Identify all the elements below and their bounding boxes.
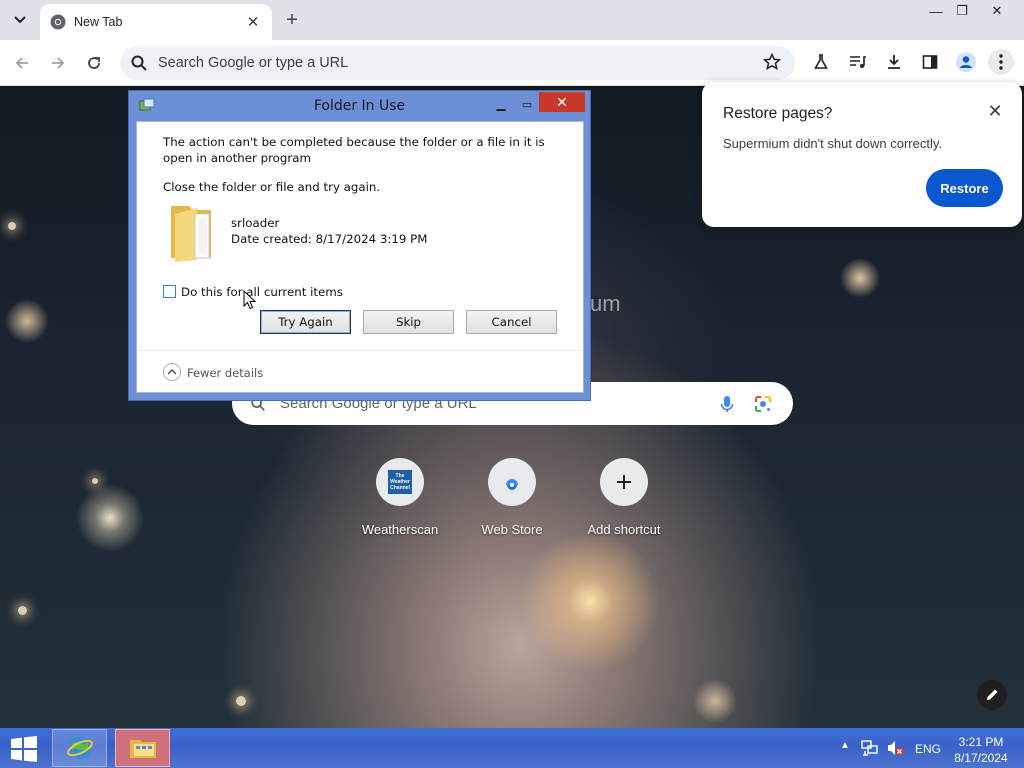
taskbar-explorer-button[interactable] bbox=[115, 729, 170, 767]
restore-button[interactable]: Restore bbox=[926, 169, 1003, 207]
globe-icon bbox=[66, 737, 93, 759]
labs-button[interactable] bbox=[808, 49, 834, 75]
background-bokeh bbox=[92, 478, 98, 484]
apply-to-all-label[interactable]: Do this for all current items bbox=[181, 285, 343, 299]
bookmark-star-button[interactable] bbox=[758, 48, 786, 76]
close-icon[interactable]: ✕ bbox=[986, 101, 1004, 121]
tab-new-tab[interactable]: New Tab ✕ bbox=[40, 4, 272, 40]
dialog-message: The action can't be completed because th… bbox=[163, 135, 545, 165]
arrow-right-icon bbox=[52, 57, 65, 69]
weather-channel-logo-text: The Weather Channel bbox=[390, 473, 410, 491]
google-logo-fragment: um bbox=[590, 291, 621, 316]
skip-button[interactable]: Skip bbox=[363, 310, 454, 334]
folder-icon bbox=[171, 206, 211, 262]
tab-title: New Tab bbox=[74, 15, 123, 29]
cancel-button[interactable]: Cancel bbox=[466, 310, 557, 334]
plus-icon bbox=[617, 475, 631, 489]
fewer-details-label[interactable]: Fewer details bbox=[187, 366, 263, 380]
chevron-up-icon bbox=[167, 369, 177, 375]
taskbar: ▲ ENG 3:21 PM 8/17/2024 bbox=[0, 728, 1024, 768]
volume-muted-icon[interactable] bbox=[886, 739, 904, 757]
restore-message: Supermium didn't shut down correctly. bbox=[723, 136, 943, 151]
forward-button[interactable] bbox=[44, 49, 72, 77]
search-icon bbox=[131, 55, 147, 71]
background-bokeh bbox=[236, 696, 246, 706]
new-tab-button[interactable]: + bbox=[280, 8, 304, 32]
shortcut-label: Weatherscan bbox=[361, 522, 439, 537]
background-bokeh bbox=[8, 222, 16, 230]
download-icon bbox=[888, 55, 900, 69]
tab-strip: New Tab ✕ + — ❐ ✕ bbox=[0, 0, 1024, 40]
try-again-button[interactable]: Try Again bbox=[260, 310, 351, 334]
input-language-indicator[interactable]: ENG bbox=[915, 742, 941, 756]
star-icon bbox=[763, 53, 781, 71]
dialog-body: The action can't be completed because th… bbox=[136, 121, 584, 393]
shortcut-label: Web Store bbox=[481, 522, 543, 537]
avatar-icon bbox=[956, 52, 976, 72]
dialog-titlebar[interactable]: Folder In Use ▁ ▭ ✕ bbox=[129, 91, 590, 119]
downloads-button[interactable] bbox=[881, 49, 907, 75]
shortcut-tile: The Weather Channel bbox=[376, 458, 424, 506]
omnibox-placeholder: Search Google or type a URL bbox=[158, 55, 349, 71]
microphone-icon[interactable] bbox=[717, 394, 737, 414]
clock-date: 8/17/2024 bbox=[954, 751, 1008, 765]
dialog-maximize-button[interactable]: ▭ bbox=[515, 94, 539, 114]
windows-start-icon[interactable] bbox=[8, 736, 40, 762]
window-close-button[interactable]: ✕ bbox=[970, 0, 1024, 22]
shortcut-tile bbox=[488, 458, 536, 506]
flask-icon bbox=[814, 54, 828, 69]
dialog-minimize-button[interactable]: ▁ bbox=[489, 94, 513, 114]
apply-to-all-checkbox[interactable] bbox=[163, 285, 176, 298]
tab-search-button[interactable] bbox=[6, 6, 34, 34]
google-lens-icon[interactable] bbox=[753, 394, 773, 414]
dialog-instruction: Close the folder or file and try again. bbox=[163, 180, 381, 194]
divider bbox=[137, 350, 583, 351]
side-panel-icon bbox=[922, 55, 938, 69]
background-bokeh bbox=[18, 606, 27, 615]
shortcut-web-store[interactable]: Web Store bbox=[462, 458, 562, 537]
shortcut-tile bbox=[600, 458, 648, 506]
back-button[interactable] bbox=[8, 49, 36, 77]
file-name: srloader bbox=[231, 216, 280, 230]
weather-channel-logo: The Weather Channel bbox=[388, 470, 412, 494]
media-button[interactable] bbox=[845, 49, 871, 75]
clock-time: 3:21 PM bbox=[958, 735, 1004, 749]
file-date: Date created: 8/17/2024 3:19 PM bbox=[231, 232, 428, 246]
restore-pages-bubble: Restore pages? ✕ Supermium didn't shut d… bbox=[702, 82, 1022, 227]
network-icon[interactable] bbox=[861, 739, 879, 757]
mouse-cursor-icon bbox=[243, 290, 257, 310]
customize-chrome-button[interactable] bbox=[977, 680, 1007, 710]
more-vert-icon bbox=[999, 54, 1003, 70]
shortcut-weatherscan[interactable]: The Weather Channel Weatherscan bbox=[350, 458, 450, 537]
chevron-down-icon bbox=[14, 16, 26, 24]
taskbar-browser-button[interactable] bbox=[52, 729, 107, 767]
chrome-icon bbox=[50, 14, 66, 30]
fewer-details-button[interactable] bbox=[163, 363, 181, 381]
tab-close-icon[interactable]: ✕ bbox=[244, 13, 262, 31]
profile-button[interactable] bbox=[953, 49, 979, 75]
shortcut-label: Add shortcut bbox=[587, 522, 661, 537]
dialog-close-button[interactable]: ✕ bbox=[539, 92, 585, 112]
arrow-left-icon bbox=[15, 57, 28, 69]
reload-icon bbox=[88, 57, 100, 69]
reload-button[interactable] bbox=[80, 49, 108, 77]
folder-in-use-dialog: Folder In Use ▁ ▭ ✕ The action can't be … bbox=[128, 90, 591, 401]
omnibox[interactable]: Search Google or type a URL bbox=[120, 46, 795, 80]
menu-button[interactable] bbox=[988, 49, 1014, 75]
side-panel-button[interactable] bbox=[917, 49, 943, 75]
web-store-icon bbox=[504, 479, 520, 490]
shortcut-add[interactable]: Add shortcut bbox=[574, 458, 674, 537]
pencil-icon bbox=[987, 689, 998, 700]
restore-title: Restore pages? bbox=[723, 105, 833, 122]
playlist-icon bbox=[850, 56, 866, 68]
folder-icon bbox=[129, 740, 156, 758]
show-hidden-icons-button[interactable]: ▲ bbox=[840, 740, 852, 754]
clock[interactable]: 3:21 PM 8/17/2024 bbox=[948, 734, 1014, 766]
